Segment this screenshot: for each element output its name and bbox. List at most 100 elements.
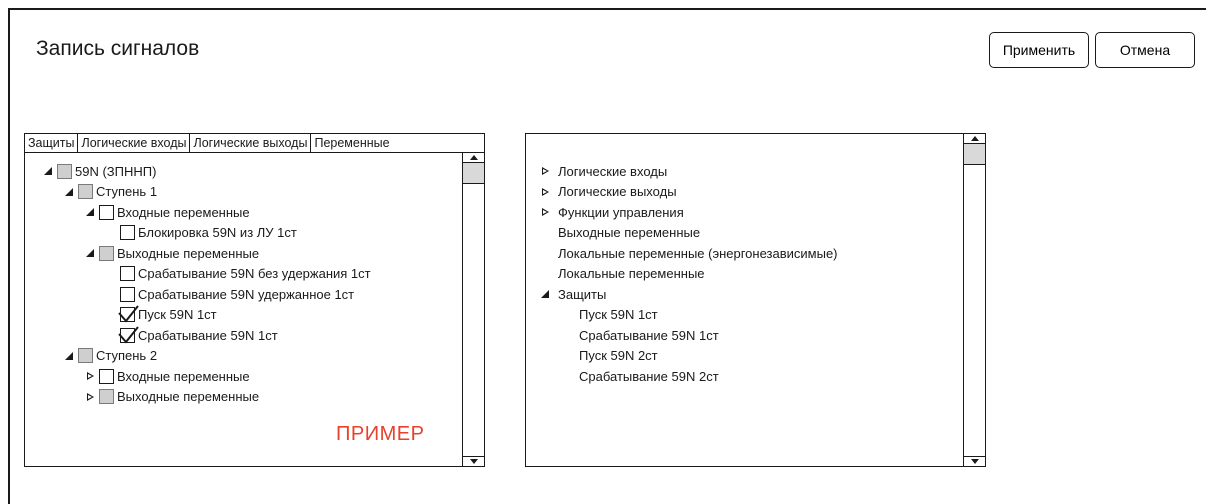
- tree-item-label: Пуск 59N 2ст: [579, 348, 658, 363]
- checkbox-partial[interactable]: [78, 184, 93, 199]
- checkbox-checked[interactable]: [118, 325, 139, 344]
- tree-item[interactable]: Выходные переменные: [81, 387, 259, 407]
- expanded-triangle-icon[interactable]: [60, 187, 78, 196]
- tree-item-label: Выходные переменные: [558, 225, 701, 240]
- expanded-triangle-icon[interactable]: [39, 167, 57, 175]
- scroll-down-button[interactable]: [964, 456, 985, 466]
- tree-item-label: Ступень 1: [96, 184, 158, 199]
- tab-variables[interactable]: Переменные: [311, 134, 392, 152]
- tree-item-label: Входные переменные: [117, 204, 250, 220]
- tree-item-label: Выходные переменные: [117, 245, 260, 261]
- tree-item[interactable]: Логические входы: [536, 161, 667, 181]
- tree-item-label: Срабатывание 59N 1ст: [579, 327, 719, 343]
- window-title: Запись сигналов: [36, 37, 200, 60]
- tree-item[interactable]: Локальные переменные (энергонезависимые): [536, 243, 838, 263]
- collapsed-glyph: [86, 372, 94, 380]
- expanded-triangle-icon[interactable]: [60, 351, 78, 360]
- collapsed-glyph: [541, 208, 549, 216]
- tab-logic-outputs[interactable]: Логические выходы: [190, 134, 312, 152]
- tree-item-label: Срабатывание 59N 2ст: [579, 368, 719, 384]
- tree-item[interactable]: Пуск 59N 2ст: [557, 346, 658, 366]
- expanded-triangle-icon[interactable]: [536, 290, 554, 298]
- expanded-glyph: [65, 351, 73, 360]
- tree-item[interactable]: Входные переменные: [81, 366, 250, 386]
- collapsed-glyph: [541, 167, 549, 175]
- tree-item-label: Блокировка 59N из ЛУ 1ст: [138, 225, 297, 240]
- expanded-glyph: [86, 208, 94, 216]
- signals-target-panel: Логические входы Логические выходы Функции…: [525, 133, 986, 467]
- checkmark-icon: [118, 305, 139, 323]
- tree-item-label: Локальные переменные (энергонезависимые): [558, 245, 838, 261]
- apply-button[interactable]: Применить: [989, 32, 1089, 68]
- tree-item-label: Логические входы: [558, 163, 668, 179]
- checkbox-partial[interactable]: [57, 163, 72, 179]
- checkbox-checked[interactable]: [118, 305, 139, 323]
- tree-item[interactable]: 59N (ЗПННП): [39, 161, 156, 181]
- arrow-down-icon: [469, 459, 478, 464]
- checkbox[interactable]: [120, 286, 135, 302]
- collapsed-triangle-icon[interactable]: [536, 167, 554, 175]
- expanded-glyph: [65, 187, 73, 196]
- expanded-triangle-icon[interactable]: [81, 249, 99, 257]
- tree-item[interactable]: Выходные переменные: [536, 223, 700, 243]
- tree-item-label: Локальные переменные: [558, 266, 705, 281]
- collapsed-triangle-icon[interactable]: [536, 208, 554, 216]
- cancel-button[interactable]: Отмена: [1095, 32, 1195, 68]
- collapsed-glyph: [86, 392, 94, 401]
- category-tabs: Защиты Логические входы Логические выход…: [25, 134, 484, 153]
- arrow-up-icon: [970, 136, 979, 141]
- collapsed-triangle-icon[interactable]: [81, 372, 99, 380]
- target-scrollbar[interactable]: [963, 134, 985, 466]
- source-scrollbar[interactable]: [462, 153, 484, 466]
- tab-logic-inputs[interactable]: Логические входы: [78, 134, 191, 152]
- arrow-up-icon: [469, 155, 478, 160]
- checkbox[interactable]: [99, 204, 114, 220]
- tree-item[interactable]: Срабатывание 59N без удержания 1ст: [102, 264, 371, 284]
- checkbox[interactable]: [120, 266, 135, 281]
- tree-item-label: Пуск 59N 1ст: [138, 307, 217, 322]
- tree-item-label: Срабатывание 59N без удержания 1ст: [138, 266, 371, 281]
- tree-item[interactable]: Срабатывание 59N 2ст: [557, 366, 719, 386]
- checkbox[interactable]: [99, 368, 114, 384]
- checkbox-partial[interactable]: [78, 348, 93, 363]
- tab-protections[interactable]: Защиты: [25, 134, 79, 152]
- expanded-glyph: [541, 290, 549, 298]
- arrow-down-icon: [970, 459, 979, 464]
- tree-item[interactable]: Срабатывание 59N удержанное 1ст: [102, 284, 354, 304]
- checkbox-partial[interactable]: [99, 389, 114, 404]
- tree-item-label: Логические выходы: [558, 184, 677, 199]
- scroll-thumb[interactable]: [463, 163, 484, 184]
- expanded-glyph: [44, 167, 52, 175]
- tree-item[interactable]: Срабатывание 59N 1ст: [102, 325, 278, 345]
- tree-item[interactable]: Входные переменные: [81, 202, 250, 222]
- tree-item[interactable]: Выходные переменные: [81, 243, 259, 263]
- tree-item[interactable]: Пуск 59N 1ст: [102, 305, 217, 325]
- tree-item[interactable]: Логические выходы: [536, 182, 677, 202]
- tree-item[interactable]: Ступень 2: [60, 346, 157, 366]
- expanded-triangle-icon[interactable]: [81, 208, 99, 216]
- scroll-up-button[interactable]: [463, 153, 484, 163]
- expanded-glyph: [86, 249, 94, 257]
- tree-item-label: Входные переменные: [117, 368, 250, 384]
- collapsed-triangle-icon[interactable]: [536, 187, 554, 196]
- tree-item-label: Срабатывание 59N 1ст: [138, 327, 278, 343]
- tree-item[interactable]: Блокировка 59N из ЛУ 1ст: [102, 223, 297, 243]
- tree-item-label: Ступень 2: [96, 348, 158, 363]
- checkbox[interactable]: [120, 225, 135, 240]
- tree-item[interactable]: Ступень 1: [60, 182, 157, 202]
- tree-item[interactable]: Пуск 59N 1ст: [557, 305, 658, 325]
- tree-item-label: 59N (ЗПННП): [75, 163, 157, 179]
- tree-item-label: Пуск 59N 1ст: [579, 307, 658, 322]
- tree-item[interactable]: Локальные переменные: [536, 264, 705, 284]
- collapsed-triangle-icon[interactable]: [81, 392, 99, 401]
- tree-item[interactable]: Срабатывание 59N 1ст: [557, 325, 719, 345]
- tree-item[interactable]: Защиты: [536, 284, 606, 304]
- collapsed-glyph: [541, 187, 549, 196]
- scroll-thumb[interactable]: [964, 144, 985, 165]
- signals-source-panel: Защиты Логические входы Логические выход…: [24, 133, 485, 467]
- scroll-up-button[interactable]: [964, 134, 985, 144]
- scroll-down-button[interactable]: [463, 456, 484, 466]
- tree-item[interactable]: Функции управления: [536, 202, 684, 222]
- checkbox-partial[interactable]: [99, 245, 114, 261]
- tree-item-label: Защиты: [558, 286, 607, 302]
